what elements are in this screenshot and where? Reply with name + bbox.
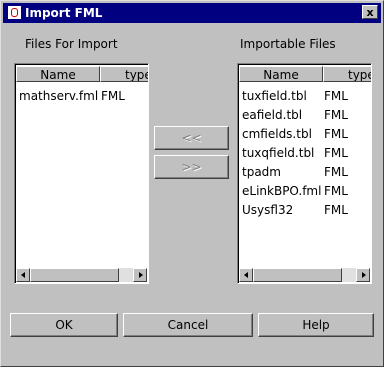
file-name: cmfields.tbl — [242, 127, 312, 141]
file-type: FML — [324, 89, 348, 103]
column-header-name[interactable]: Name — [16, 66, 100, 82]
scroll-thumb[interactable] — [30, 268, 119, 282]
file-type: FML — [324, 203, 348, 217]
list-item[interactable]: mathserv.fml FML — [16, 87, 147, 106]
move-to-import-button[interactable]: << — [154, 126, 229, 150]
file-type: FML — [101, 89, 125, 103]
remove-from-import-button[interactable]: >> — [154, 155, 229, 179]
list-item[interactable]: cmfields.tbl FML — [239, 125, 370, 144]
scroll-thumb[interactable] — [253, 268, 342, 282]
file-type: FML — [324, 146, 348, 160]
title-bar[interactable]: Import FML x — [3, 3, 381, 23]
file-name: Usysfl32 — [242, 203, 294, 217]
scroll-right-button[interactable] — [356, 268, 370, 282]
file-name: tuxfield.tbl — [242, 89, 307, 103]
list-item[interactable]: eLinkBPO.fml FML — [239, 182, 370, 201]
column-header-name[interactable]: Name — [239, 66, 323, 82]
horizontal-scrollbar[interactable] — [239, 268, 370, 282]
column-header-type[interactable]: type — [100, 66, 148, 82]
arrow-right-icon — [139, 272, 143, 278]
list-item[interactable]: tuxfield.tbl FML — [239, 87, 370, 106]
ok-button[interactable]: OK — [10, 313, 118, 337]
window-title: Import FML — [25, 6, 103, 20]
file-name: mathserv.fml — [19, 89, 99, 103]
scroll-right-button[interactable] — [133, 268, 147, 282]
file-name: tuxqfield.tbl — [242, 146, 315, 160]
cancel-button[interactable]: Cancel — [123, 313, 253, 337]
scroll-left-button[interactable] — [239, 268, 253, 282]
help-button[interactable]: Help — [258, 313, 374, 337]
list-item[interactable]: Usysfl32 FML — [239, 201, 370, 220]
file-type: FML — [324, 108, 348, 122]
file-name: eafield.tbl — [242, 108, 303, 122]
file-type: FML — [324, 127, 348, 141]
horizontal-scrollbar[interactable] — [16, 268, 147, 282]
close-button[interactable]: x — [362, 5, 378, 19]
file-name: eLinkBPO.fml — [242, 184, 322, 198]
file-name: tpadm — [242, 165, 281, 179]
arrow-left-icon — [21, 272, 25, 278]
column-header-type[interactable]: type — [323, 66, 371, 82]
scroll-left-button[interactable] — [16, 268, 30, 282]
files-for-import-label: Files For Import — [25, 37, 118, 51]
import-fml-dialog: Import FML x Files For Import Importable… — [0, 0, 384, 367]
arrow-right-icon — [362, 272, 366, 278]
importable-files-label: Importable Files — [240, 37, 336, 51]
file-type: FML — [324, 184, 348, 198]
list-item[interactable]: tpadm FML — [239, 163, 370, 182]
list-item[interactable]: tuxqfield.tbl FML — [239, 144, 370, 163]
importable-files-list[interactable]: Name type tuxfield.tbl FML eafield.tbl F… — [237, 63, 372, 284]
files-for-import-list[interactable]: Name type mathserv.fml FML — [14, 63, 149, 284]
java-app-icon — [8, 6, 21, 19]
file-type: FML — [324, 165, 348, 179]
list-item[interactable]: eafield.tbl FML — [239, 106, 370, 125]
arrow-left-icon — [244, 272, 248, 278]
